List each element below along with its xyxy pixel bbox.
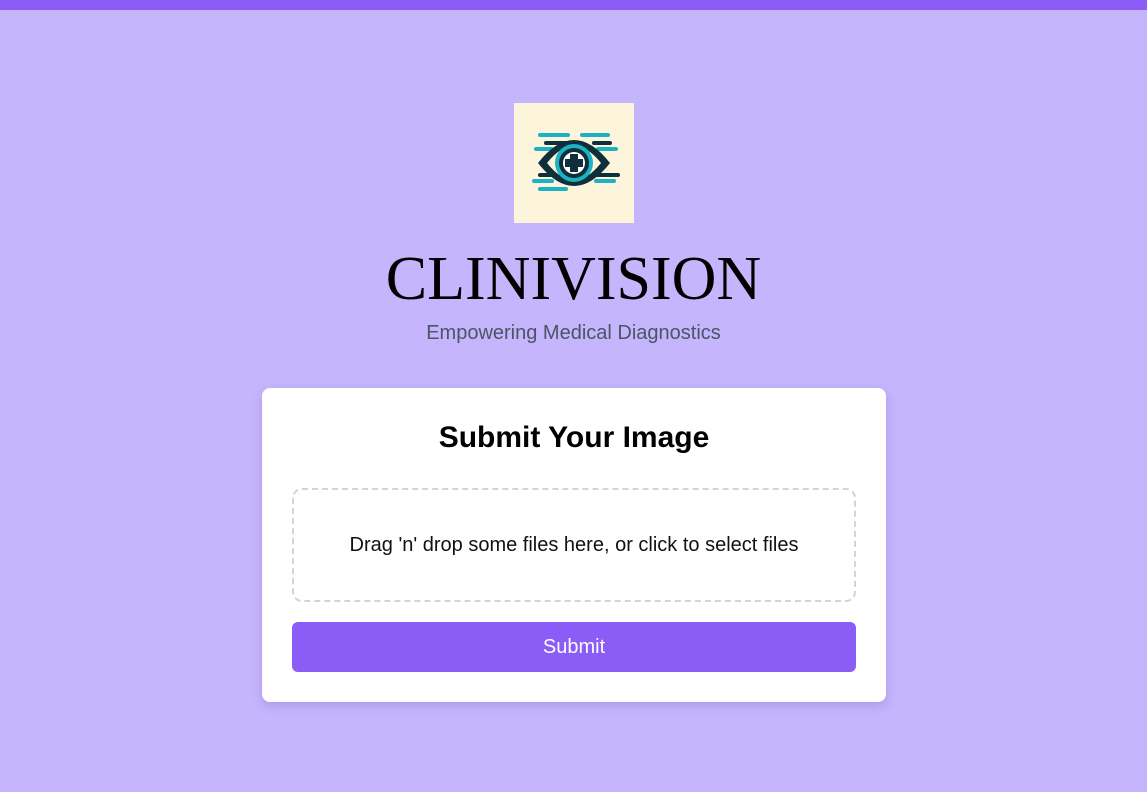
app-logo — [514, 103, 634, 223]
file-dropzone[interactable]: Drag 'n' drop some files here, or click … — [292, 488, 856, 602]
app-title: CLINIVISION — [385, 245, 762, 313]
upload-card: Submit Your Image Drag 'n' drop some fil… — [262, 388, 886, 702]
submit-button[interactable]: Submit — [292, 622, 856, 672]
top-accent-bar — [0, 0, 1147, 10]
dropzone-instructions: Drag 'n' drop some files here, or click … — [349, 533, 799, 556]
card-title: Submit Your Image — [438, 421, 710, 454]
eye-medical-cross-icon — [532, 133, 620, 191]
app-tagline: Empowering Medical Diagnostics — [426, 322, 721, 344]
